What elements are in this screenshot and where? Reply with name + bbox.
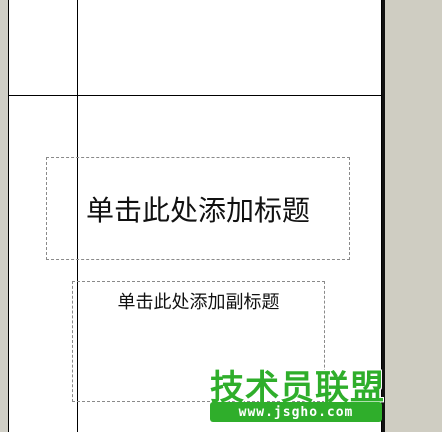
title-placeholder-text: 单击此处添加标题 (85, 193, 310, 227)
watermark-url: www.jsgho.com (210, 402, 382, 422)
site-watermark: 技术员联盟 www.jsgho.com (210, 360, 400, 426)
horizontal-guide-line[interactable] (8, 95, 382, 96)
subtitle-placeholder-text: 单击此处添加副标题 (117, 292, 280, 313)
title-placeholder[interactable]: 单击此处添加标题 (46, 157, 350, 260)
